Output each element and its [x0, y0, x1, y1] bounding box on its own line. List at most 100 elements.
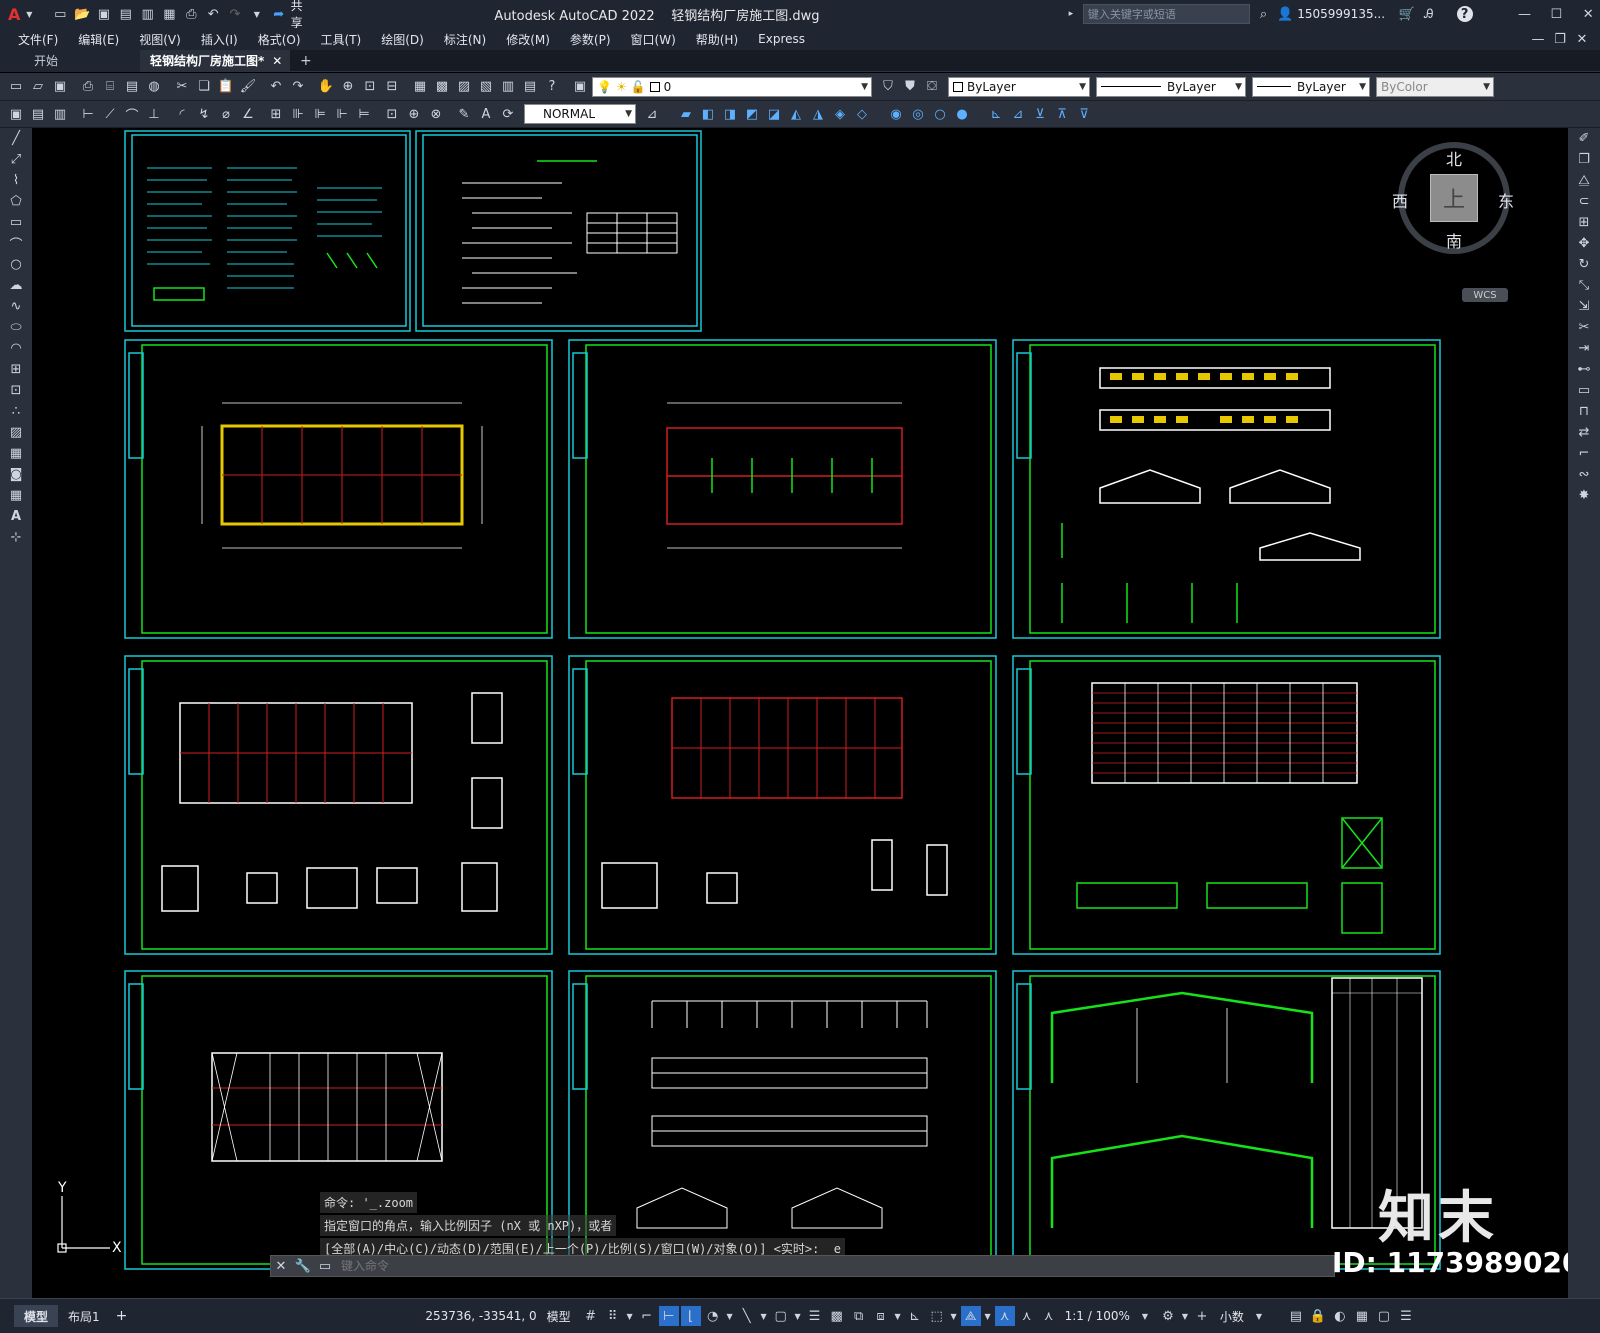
polar-icon[interactable]: ◔	[703, 1306, 723, 1326]
new-file-icon[interactable]: ▭	[50, 4, 70, 24]
offset-icon[interactable]: ⊂	[1568, 191, 1600, 212]
fillet-icon[interactable]: ⌐	[1568, 443, 1600, 464]
grid-icon[interactable]: #	[581, 1306, 601, 1326]
rotate-icon[interactable]: ↻	[1568, 254, 1600, 275]
autodesk-account-icon[interactable]: Ꭿ	[1419, 4, 1439, 24]
snap-chevron-icon[interactable]: ▼	[625, 1306, 635, 1326]
arc-icon[interactable]: ⌒	[0, 233, 32, 254]
visual-style-4-icon[interactable]: ●	[952, 104, 972, 124]
rectangle-icon[interactable]: ▭	[0, 212, 32, 233]
menu-insert[interactable]: 插入(I)	[191, 31, 248, 48]
sheet-set-icon[interactable]: ▧	[476, 77, 496, 97]
extrude-icon[interactable]: ◪	[764, 104, 784, 124]
open-icon[interactable]: ▱	[28, 77, 48, 97]
menu-format[interactable]: 格式(O)	[248, 31, 311, 48]
dim-jogged-icon[interactable]: ↯	[194, 104, 214, 124]
search-expand-icon[interactable]: ▸	[1061, 4, 1081, 24]
spline-icon[interactable]: ∿	[0, 296, 32, 317]
minimize-icon[interactable]: —	[1515, 4, 1535, 24]
import-icon[interactable]: ▦	[160, 4, 180, 24]
annotation-visibility-icon[interactable]: ⋏	[994, 1306, 1015, 1326]
copy-object-icon[interactable]: ❐	[1568, 149, 1600, 170]
doc-restore-icon[interactable]: ❐	[1550, 29, 1570, 49]
app-menu-chevron-icon[interactable]: ▼	[24, 4, 34, 24]
calculator-icon[interactable]: ▤	[520, 77, 540, 97]
dimstyle-dropdown[interactable]: NORMAL ▼	[524, 104, 636, 124]
match-prop-icon[interactable]: 🖌	[238, 77, 258, 97]
user-icon[interactable]: 👤	[1275, 4, 1295, 24]
save-as-icon[interactable]: ▤	[116, 4, 136, 24]
copy-icon[interactable]: ❏	[194, 77, 214, 97]
tab-model[interactable]: 模型	[14, 1305, 59, 1327]
tolerance-icon[interactable]: ⊡	[382, 104, 402, 124]
stretch-icon[interactable]: ⇲	[1568, 296, 1600, 317]
annotation-monitor-icon[interactable]: +	[1192, 1306, 1212, 1326]
ducs-icon[interactable]: ⊾	[905, 1306, 925, 1326]
join-icon[interactable]: ⊓	[1568, 401, 1600, 422]
scale-icon[interactable]: ⤡	[1568, 275, 1600, 296]
hatch-icon[interactable]: ▨	[0, 422, 32, 443]
new-tab-button[interactable]: +	[300, 53, 312, 69]
publish-icon-2[interactable]: ▤	[122, 77, 142, 97]
ucs-world-icon[interactable]: ⊾	[986, 104, 1006, 124]
paste-icon[interactable]: 📋	[216, 77, 236, 97]
menu-dimension[interactable]: 标注(N)	[434, 31, 496, 48]
ortho-icon[interactable]: ⌊	[680, 1306, 701, 1326]
lock-ui-icon[interactable]: 🔒	[1308, 1306, 1328, 1326]
selection-filter-icon[interactable]: ⬚	[927, 1306, 947, 1326]
units-display[interactable]: 小数	[1220, 1308, 1244, 1325]
solid-subtract-icon[interactable]: ◨	[720, 104, 740, 124]
menu-file[interactable]: 文件(F)	[8, 31, 68, 48]
zoom-previous-icon[interactable]: ⊟	[382, 77, 402, 97]
viewcube[interactable]: 北 南 西 东 上	[1392, 142, 1514, 254]
help-icon[interactable]: ?	[1456, 6, 1473, 22]
scale-chevron-icon[interactable]: ▼	[1140, 1306, 1150, 1326]
sheet-floor-plan[interactable]	[124, 339, 553, 639]
blend-icon[interactable]: ∾	[1568, 464, 1600, 485]
lineweight-dropdown[interactable]: ByLayer ▼	[1252, 76, 1370, 97]
command-customize-icon[interactable]: 🔧	[293, 1256, 313, 1276]
menu-parametric[interactable]: 参数(P)	[560, 31, 621, 48]
dim-break-icon[interactable]: ⊨	[354, 104, 374, 124]
model-space-toggle[interactable]: 模型	[547, 1308, 571, 1325]
insert-block-icon[interactable]: ⊞	[0, 359, 32, 380]
dim-baseline-icon[interactable]: ⊪	[288, 104, 308, 124]
dim-radius-icon[interactable]: ◜	[172, 104, 192, 124]
dim-linear-icon[interactable]: ⊢	[78, 104, 98, 124]
visual-style-1-icon[interactable]: ◉	[886, 104, 906, 124]
redo-icon-2[interactable]: ↷	[288, 77, 308, 97]
construction-line-icon[interactable]: ⤢	[0, 149, 32, 170]
tab-close-icon[interactable]: ✕	[272, 54, 282, 68]
viewcube-east[interactable]: 东	[1498, 188, 1514, 212]
doc-minimize-icon[interactable]: —	[1528, 29, 1548, 49]
share-icon[interactable]: ➦	[269, 4, 289, 24]
loft-icon[interactable]: ◈	[830, 104, 850, 124]
dim-angular-icon[interactable]: ∠	[238, 104, 258, 124]
viewcube-north[interactable]: 北	[1446, 146, 1462, 170]
command-input[interactable]	[341, 1257, 1334, 1275]
presspull-icon[interactable]: ◇	[852, 104, 872, 124]
linetype-dropdown[interactable]: ByLayer ▼	[1096, 76, 1246, 97]
tb2-icon-2[interactable]: ▤	[28, 104, 48, 124]
tb2-icon-3[interactable]: ▥	[50, 104, 70, 124]
coordinates-readout[interactable]: 253736, -33541, 0	[425, 1309, 536, 1323]
layer-properties-icon[interactable]: ▣	[570, 77, 590, 97]
dynamic-input-icon[interactable]: ⊢	[658, 1306, 679, 1326]
ellipse-arc-icon[interactable]: ◠	[0, 338, 32, 359]
quick-dim-icon[interactable]: ⊞	[266, 104, 286, 124]
dim-ordinate-icon[interactable]: ⊥	[144, 104, 164, 124]
zoom-realtime-icon[interactable]: ⊕	[338, 77, 358, 97]
search-input[interactable]: 键入关键字或短语	[1082, 4, 1250, 24]
selection-filter-chevron-icon[interactable]: ▼	[949, 1306, 959, 1326]
menu-tools[interactable]: 工具(T)	[311, 31, 372, 48]
array-icon[interactable]: ⊞	[1568, 212, 1600, 233]
user-name[interactable]: 1505999135...	[1297, 7, 1385, 21]
osnap-3d-chevron-icon[interactable]: ▼	[893, 1306, 903, 1326]
revcloud-icon[interactable]: ☁	[0, 275, 32, 296]
ucs-view-icon[interactable]: ⊼	[1052, 104, 1072, 124]
dim-space-icon[interactable]: ⊩	[332, 104, 352, 124]
visual-style-2-icon[interactable]: ◎	[908, 104, 928, 124]
gizmo-chevron-icon[interactable]: ▼	[983, 1306, 993, 1326]
menu-draw[interactable]: 绘图(D)	[371, 31, 434, 48]
dim-diameter-icon[interactable]: ⌀	[216, 104, 236, 124]
